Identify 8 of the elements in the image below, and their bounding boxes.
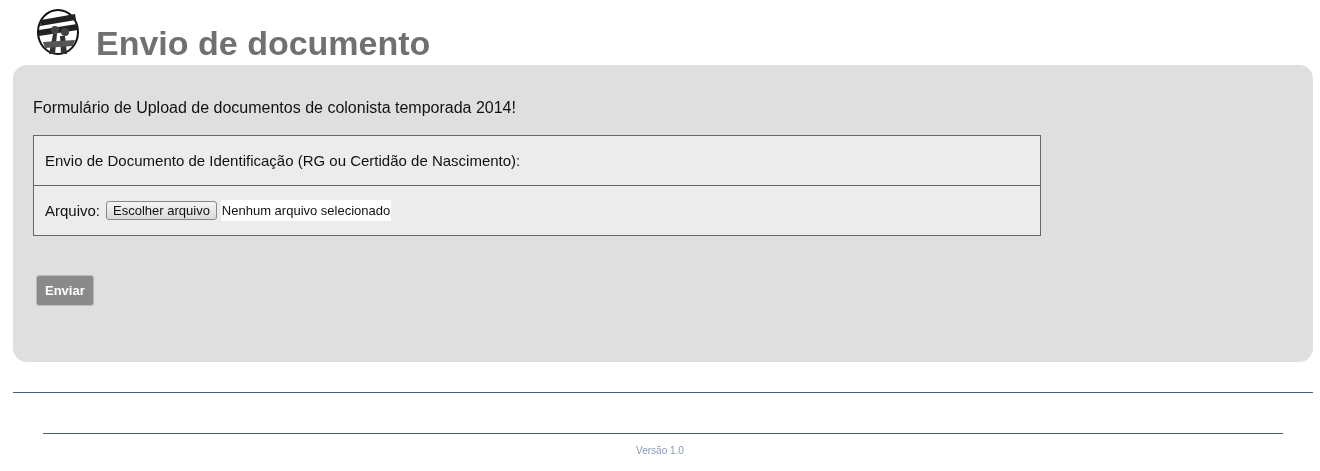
page-title: Envio de documento: [96, 26, 431, 62]
intro-text: Formulário de Upload de documentos de colonista temporada 2014!: [33, 99, 517, 117]
section-title: Envio de Documento de Identificação (RG ou Certidão de Nascimento):: [45, 152, 521, 169]
logo-drawing: [35, 6, 81, 56]
file-status: Nenhum arquivo selecionado: [220, 200, 392, 221]
version-text: Versão 1.0: [635, 445, 685, 456]
choose-file-button[interactable]: Escolher arquivo: [106, 201, 217, 220]
file-label: Arquivo:: [45, 202, 101, 219]
